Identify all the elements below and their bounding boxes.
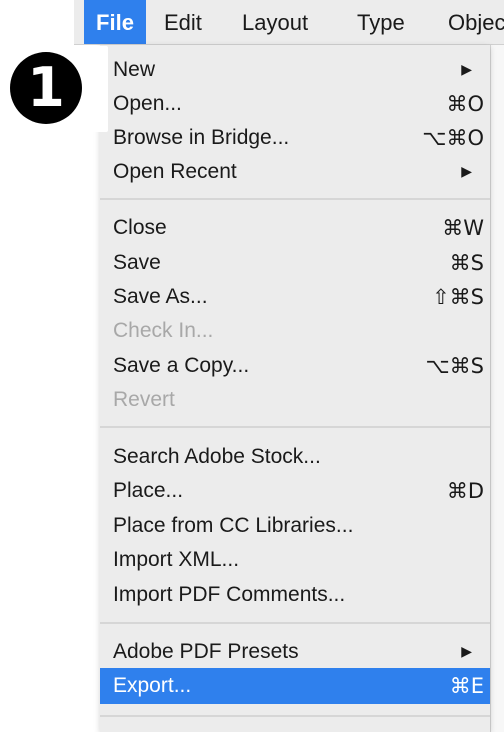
menu-item-save-as[interactable]: Save As... ⇧⌘S xyxy=(100,280,490,314)
menu-item-label: Save a Copy... xyxy=(113,354,250,377)
menu-item-label: Adobe PDF Presets xyxy=(113,640,299,663)
submenu-arrow-icon: ▶ xyxy=(461,62,472,78)
shortcut-label: ⇧⌘S xyxy=(432,285,484,309)
menu-item-label: Import XML... xyxy=(113,548,240,571)
menu-item-place[interactable]: Place... ⌘D xyxy=(100,474,490,508)
menu-item-import-pdf-comments[interactable]: Import PDF Comments... xyxy=(100,578,490,612)
document-window-edge xyxy=(490,45,504,732)
menu-item-adobe-pdf-presets[interactable]: Adobe PDF Presets ▶ xyxy=(100,635,490,669)
menu-item-save[interactable]: Save ⌘S xyxy=(100,246,490,280)
menu-file[interactable]: File xyxy=(84,0,146,44)
menu-item-label: Revert xyxy=(113,388,175,411)
submenu-arrow-icon: ▶ xyxy=(461,164,472,180)
menu-item-label: Place... xyxy=(113,479,184,502)
menu-item-close[interactable]: Close ⌘W xyxy=(100,211,490,245)
menu-item-label: Check In... xyxy=(113,319,214,342)
menu-item-label: Search Adobe Stock... xyxy=(113,445,321,468)
menu-separator xyxy=(100,715,490,717)
submenu-arrow-icon: ▶ xyxy=(461,644,472,660)
menu-item-label: New xyxy=(113,58,156,81)
menu-item-label: Open Recent xyxy=(113,160,237,183)
menu-item-label: Browse in Bridge... xyxy=(113,126,290,149)
menu-item-export[interactable]: Export... ⌘E xyxy=(100,668,490,704)
menu-item-label: Save xyxy=(113,251,161,274)
menu-separator xyxy=(100,622,490,624)
menu-item-save-a-copy[interactable]: Save a Copy... ⌥⌘S xyxy=(100,349,490,383)
menu-item-browse-in-bridge[interactable]: Browse in Bridge... ⌥⌘O xyxy=(100,121,490,155)
step-number-badge: 1 xyxy=(10,52,82,124)
menu-separator xyxy=(100,426,490,428)
menu-item-label: Export... xyxy=(113,674,192,697)
shortcut-label: ⌥⌘O xyxy=(422,126,484,150)
menu-object[interactable]: Objec xyxy=(448,0,504,44)
menu-item-import-xml[interactable]: Import XML... xyxy=(100,543,490,577)
shortcut-label: ⌘E xyxy=(449,674,484,698)
menu-item-label: Place from CC Libraries... xyxy=(113,514,354,537)
menu-layout[interactable]: Layout xyxy=(242,0,308,44)
menu-item-label: Save As... xyxy=(113,285,208,308)
menu-item-label: Import PDF Comments... xyxy=(113,583,346,606)
menu-item-label: Open... xyxy=(113,92,182,115)
file-menu-dropdown: New ▶ Open... ⌘O Browse in Bridge... ⌥⌘O… xyxy=(100,45,490,732)
shortcut-label: ⌘S xyxy=(449,251,484,275)
menu-item-open-recent[interactable]: Open Recent ▶ xyxy=(100,155,490,189)
menu-edit[interactable]: Edit xyxy=(164,0,202,44)
shortcut-label: ⌘W xyxy=(442,216,484,240)
menu-item-check-in: Check In... xyxy=(100,314,490,348)
menu-type[interactable]: Type xyxy=(357,0,405,44)
menu-bar: File Edit Layout Type Objec xyxy=(74,0,504,45)
menu-item-search-adobe-stock[interactable]: Search Adobe Stock... xyxy=(100,440,490,474)
menu-item-new[interactable]: New ▶ xyxy=(100,53,490,87)
shortcut-label: ⌘D xyxy=(446,479,484,503)
menu-separator xyxy=(100,198,490,200)
shortcut-label: ⌘O xyxy=(446,92,484,116)
menu-item-place-from-cc-libraries[interactable]: Place from CC Libraries... xyxy=(100,509,490,543)
menu-item-label: Close xyxy=(113,216,167,239)
menu-item-open[interactable]: Open... ⌘O xyxy=(100,87,490,121)
step-badge-container: 1 xyxy=(0,46,108,132)
menu-item-revert: Revert xyxy=(100,383,490,417)
shortcut-label: ⌥⌘S xyxy=(425,354,484,378)
